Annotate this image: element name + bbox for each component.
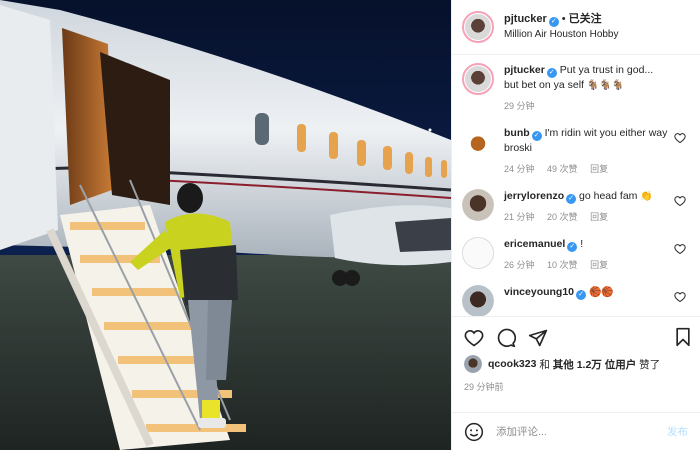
bookmark-icon[interactable] [674,327,692,347]
heart-icon[interactable] [674,291,686,303]
comment-icon[interactable] [496,328,516,348]
comment-likes[interactable]: 20 次赞 [547,212,578,222]
add-comment-bar: 添加评论... 发布 [452,412,700,450]
comment-username[interactable]: vinceyoung10 [504,286,574,298]
comment-text: ! [580,238,584,250]
avatar[interactable] [464,355,482,373]
list-item: vinceyoung10 ✓ 🏀🏀 [462,285,690,316]
post-photo[interactable] [0,0,451,450]
reply-button[interactable]: 回复 [590,164,608,174]
heart-icon[interactable] [674,132,686,144]
verified-badge-icon: ✓ [566,194,577,204]
comment-input[interactable]: 添加评论... [496,424,667,439]
comments-list[interactable]: pjtucker ✓ Put ya trust in god... but bet… [452,55,700,316]
comment-likes[interactable]: 10 次赞 [547,260,578,270]
reply-button[interactable]: 回复 [590,212,608,222]
post-location[interactable]: Million Air Houston Hobby [504,27,619,42]
emoji-icon[interactable] [464,422,484,442]
clap-emoji-icon: 👏 [640,191,653,202]
comment-time: 24 分钟 [504,164,535,174]
avatar[interactable] [462,237,494,269]
caption-time: 29 分钟 [504,101,535,111]
heart-icon[interactable] [674,195,686,207]
caption-username[interactable]: pjtucker [504,64,545,76]
verified-badge-icon: ✓ [531,131,542,141]
goat-emoji-icon: 🐐🐐🐐 [586,80,625,91]
comment-username[interactable]: ericemanuel [504,238,565,250]
avatar[interactable] [462,189,494,221]
verified-badge-icon: ✓ [546,68,557,78]
jet-boarding-image [0,0,451,450]
likes-summary: qcook323 和 其他 1.2万 位用户 赞了 [464,355,688,373]
avatar[interactable] [462,285,494,316]
caption: pjtucker ✓ Put ya trust in god... but bet… [462,63,690,112]
comment-text: go head fam [579,190,638,202]
likes-suffix: 赞了 [639,358,661,371]
post-side-panel: pjtucker ✓ • 已关注 Million Air Houston Hobby … [451,0,700,450]
post-comment-button[interactable]: 发布 [667,424,688,439]
post-timestamp: 29 分钟前 [464,382,504,392]
heart-icon[interactable] [464,328,484,348]
likes-others-link[interactable]: 其他 1.2万 位用户 [553,357,636,372]
heart-icon[interactable] [674,243,686,255]
post-username[interactable]: pjtucker [504,13,547,25]
post-header: pjtucker ✓ • 已关注 Million Air Houston Hobby [452,0,700,55]
post-actions: qcook323 和 其他 1.2万 位用户 赞了 29 分钟前 [452,316,700,412]
list-item: ericemanuel ✓ ! 26 分钟 10 次赞 回复 [462,237,690,271]
avatar[interactable] [462,63,494,95]
comment-time: 21 分钟 [504,212,535,222]
follow-status-button[interactable]: 已关注 [569,13,602,25]
basketball-emoji-icon: 🏀🏀 [588,287,614,298]
share-icon[interactable] [528,328,548,348]
reply-button[interactable]: 回复 [590,260,608,270]
comment-username[interactable]: bunb [504,127,530,139]
likes-and: 和 [539,358,550,371]
list-item: bunb ✓ I'm ridin wit you either way brosk… [462,126,690,175]
verified-badge-icon: ✓ [548,17,559,27]
avatar[interactable] [462,126,494,158]
comment-username[interactable]: jerrylorenzo [504,190,564,202]
list-item: jerrylorenzo ✓ go head fam 👏 21 分钟 20 次赞 … [462,189,690,223]
verified-badge-icon: ✓ [567,242,578,252]
comment-time: 26 分钟 [504,260,535,270]
avatar[interactable] [462,11,494,43]
liker-username[interactable]: qcook323 [488,358,536,370]
comment-likes[interactable]: 49 次赞 [547,164,578,174]
verified-badge-icon: ✓ [576,290,587,300]
separator-dot: • [561,13,566,25]
